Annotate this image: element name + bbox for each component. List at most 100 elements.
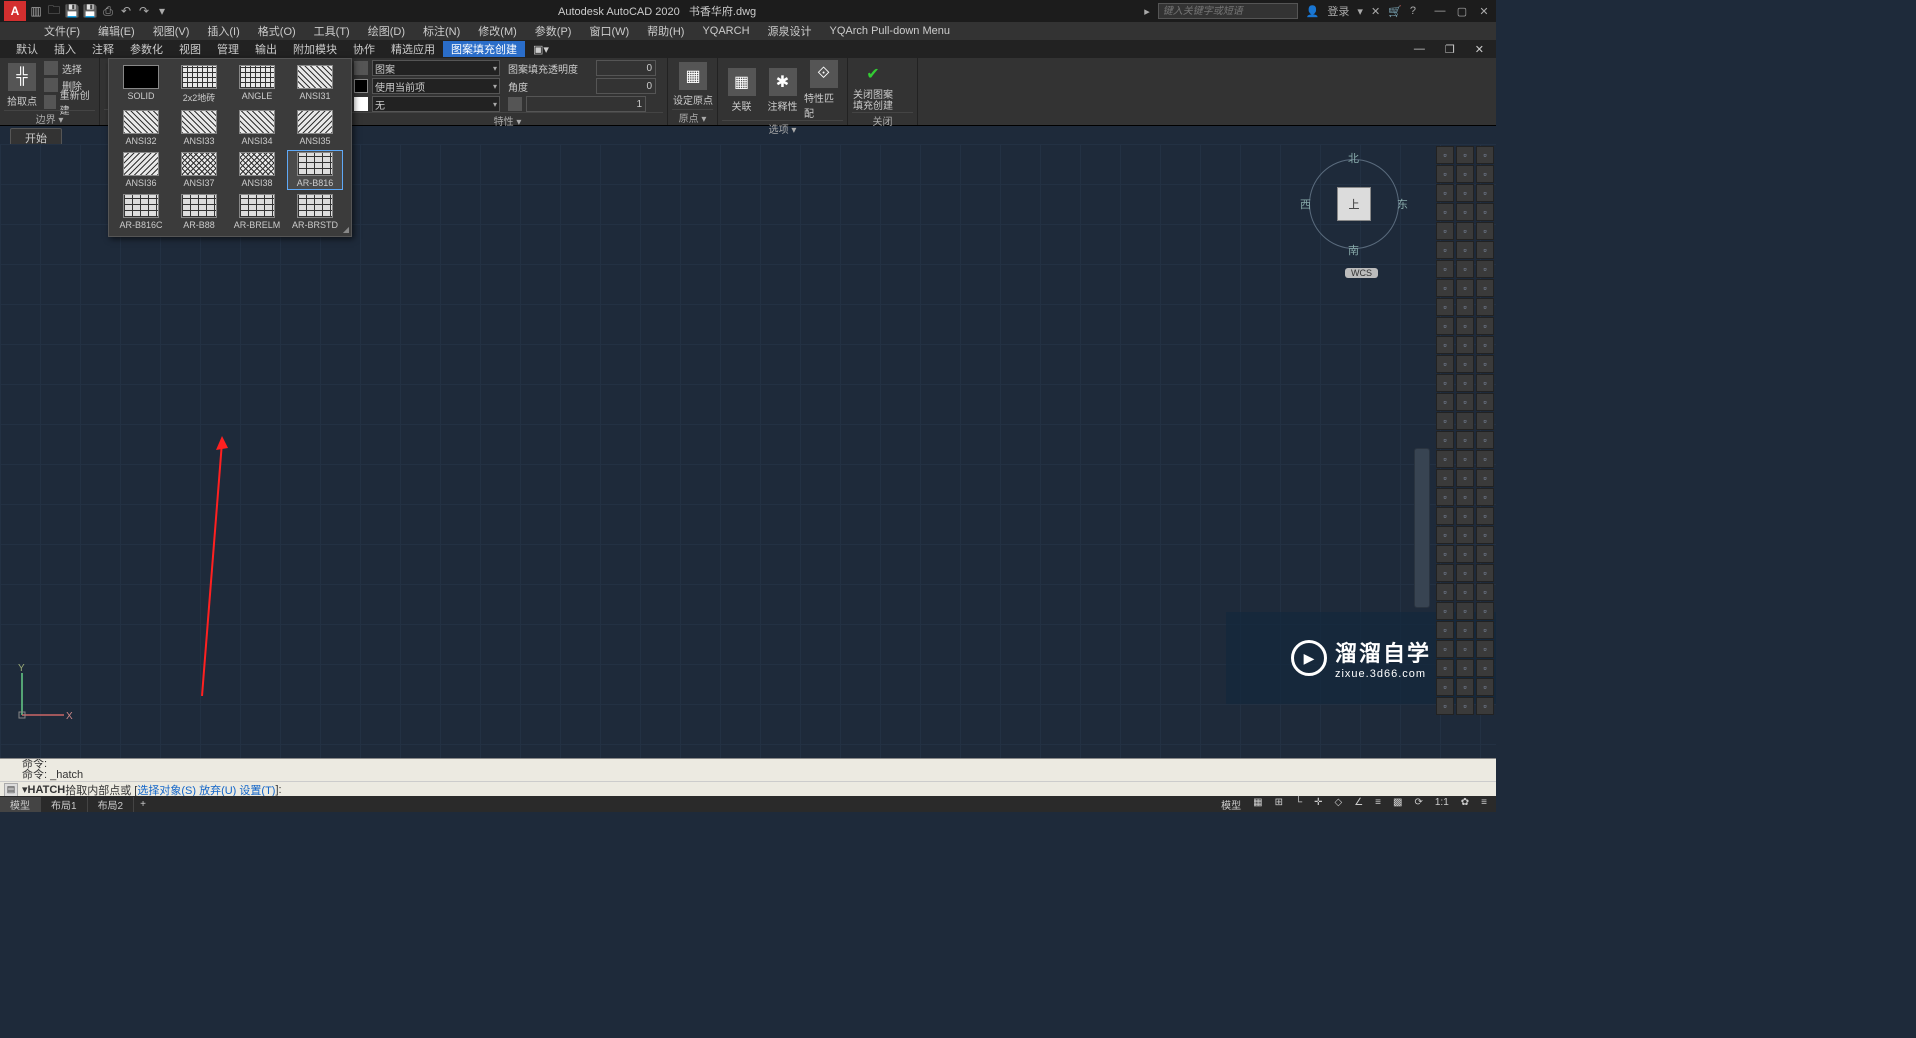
select-boundary-button[interactable]: 选择	[42, 60, 95, 76]
palette-tool-button[interactable]: ▫	[1476, 488, 1494, 506]
hatch-pattern-ar-b816[interactable]: AR-B816	[287, 150, 343, 190]
palette-tool-button[interactable]: ▫	[1476, 659, 1494, 677]
palette-tool-button[interactable]: ▫	[1456, 488, 1474, 506]
hatch-pattern-ansi35[interactable]: ANSI35	[287, 108, 343, 148]
minimize-button[interactable]: —	[1432, 5, 1448, 18]
qat-save-icon[interactable]: 💾	[64, 3, 80, 19]
palette-tool-button[interactable]: ▫	[1436, 621, 1454, 639]
scale-input[interactable]	[526, 96, 646, 112]
hatch-color-dropdown[interactable]: 使用当前项	[372, 78, 500, 94]
cart-icon[interactable]: 🛒	[1388, 5, 1402, 18]
hatch-pattern-ansi31[interactable]: ANSI31	[287, 63, 343, 106]
wcs-badge[interactable]: WCS	[1345, 268, 1378, 278]
viewcube-south[interactable]: 南	[1348, 242, 1359, 258]
resize-grip-icon[interactable]: ◢	[343, 225, 349, 234]
palette-tool-button[interactable]: ▫	[1436, 526, 1454, 544]
status-cycling-icon[interactable]: ⟳	[1411, 797, 1425, 812]
palette-tool-button[interactable]: ▫	[1436, 507, 1454, 525]
qat-saveas-icon[interactable]: 💾	[82, 3, 98, 19]
palette-tool-button[interactable]: ▫	[1476, 165, 1494, 183]
palette-tool-button[interactable]: ▫	[1436, 241, 1454, 259]
palette-tool-button[interactable]: ▫	[1476, 298, 1494, 316]
palette-tool-button[interactable]: ▫	[1456, 469, 1474, 487]
palette-tool-button[interactable]: ▫	[1456, 298, 1474, 316]
login-label[interactable]: 登录	[1327, 3, 1349, 19]
palette-tool-button[interactable]: ▫	[1476, 621, 1494, 639]
palette-tool-button[interactable]: ▫	[1456, 355, 1474, 373]
palette-tool-button[interactable]: ▫	[1456, 602, 1474, 620]
view-cube[interactable]: 上 北 南 东 西	[1304, 154, 1404, 254]
menu-tools[interactable]: 工具(T)	[310, 23, 354, 39]
add-layout-button[interactable]: +	[134, 799, 152, 810]
hatch-pattern-ansi37[interactable]: ANSI37	[171, 150, 227, 190]
viewcube-east[interactable]: 东	[1397, 196, 1408, 212]
palette-tool-button[interactable]: ▫	[1436, 355, 1454, 373]
palette-tool-button[interactable]: ▫	[1476, 222, 1494, 240]
menu-modify[interactable]: 修改(M)	[474, 23, 521, 39]
boundary-panel-title[interactable]: 边界 ▾	[4, 110, 95, 124]
ribbon-tab-hatch-creation[interactable]: 图案填充创建	[443, 41, 525, 57]
hatch-pattern-solid[interactable]: SOLID	[113, 63, 169, 106]
status-ortho-icon[interactable]: └	[1292, 797, 1305, 812]
status-model-button[interactable]: 模型	[1218, 797, 1244, 812]
menu-window[interactable]: 窗口(W)	[585, 23, 633, 39]
transparency-input[interactable]	[596, 60, 656, 76]
ribbon-tab-view[interactable]: 视图	[171, 41, 209, 57]
palette-tool-button[interactable]: ▫	[1456, 526, 1474, 544]
status-customize-icon[interactable]: ≡	[1478, 797, 1490, 812]
hatch-type-dropdown[interactable]: 图案	[372, 60, 500, 76]
status-transparency-icon[interactable]: ▩	[1390, 797, 1405, 812]
palette-tool-button[interactable]: ▫	[1436, 146, 1454, 164]
palette-tool-button[interactable]: ▫	[1456, 621, 1474, 639]
hatch-pattern-ar-brelm[interactable]: AR-BRELM	[229, 192, 285, 232]
command-prompt-icon[interactable]: ▤	[4, 783, 18, 797]
palette-tool-button[interactable]: ▫	[1436, 298, 1454, 316]
annotative-button[interactable]: ✱注释性	[763, 60, 802, 120]
palette-tool-button[interactable]: ▫	[1476, 203, 1494, 221]
palette-tool-button[interactable]: ▫	[1456, 545, 1474, 563]
palette-tool-button[interactable]: ▫	[1456, 279, 1474, 297]
qat-open-icon[interactable]: 🗀	[46, 3, 62, 19]
doc-restore-button[interactable]: ❐	[1437, 43, 1463, 56]
ribbon-tab-addins[interactable]: 附加模块	[285, 41, 345, 57]
menu-help[interactable]: 帮助(H)	[643, 23, 688, 39]
palette-tool-button[interactable]: ▫	[1476, 564, 1494, 582]
menu-draw[interactable]: 绘图(D)	[364, 23, 409, 39]
layout1-tab[interactable]: 布局1	[41, 797, 88, 812]
ribbon-tab-manage[interactable]: 管理	[209, 41, 247, 57]
palette-tool-button[interactable]: ▫	[1456, 184, 1474, 202]
palette-tool-button[interactable]: ▫	[1436, 203, 1454, 221]
palette-tool-button[interactable]: ▫	[1436, 488, 1454, 506]
palette-tool-button[interactable]: ▫	[1476, 260, 1494, 278]
associative-button[interactable]: ▦关联	[722, 60, 761, 120]
palette-tool-button[interactable]: ▫	[1436, 336, 1454, 354]
palette-tool-button[interactable]: ▫	[1476, 602, 1494, 620]
palette-tool-button[interactable]: ▫	[1476, 640, 1494, 658]
palette-tool-button[interactable]: ▫	[1456, 146, 1474, 164]
palette-tool-button[interactable]: ▫	[1456, 678, 1474, 696]
exchange-icon[interactable]: ✕	[1371, 5, 1380, 18]
match-props-button[interactable]: ⟐特性匹配	[804, 60, 843, 120]
status-osnap-icon[interactable]: ◇	[1332, 797, 1346, 812]
menu-dimension[interactable]: 标注(N)	[419, 23, 464, 39]
properties-panel-title[interactable]: 特性 ▾	[352, 112, 663, 126]
palette-tool-button[interactable]: ▫	[1476, 450, 1494, 468]
menu-parametric[interactable]: 参数(P)	[531, 23, 576, 39]
hatch-pattern-ar-brstd[interactable]: AR-BRSTD	[287, 192, 343, 232]
palette-tool-button[interactable]: ▫	[1436, 450, 1454, 468]
palette-tool-button[interactable]: ▫	[1436, 659, 1454, 677]
palette-tool-button[interactable]: ▫	[1436, 165, 1454, 183]
palette-tool-button[interactable]: ▫	[1436, 469, 1454, 487]
palette-tool-button[interactable]: ▫	[1456, 317, 1474, 335]
maximize-button[interactable]: ▢	[1454, 5, 1470, 18]
palette-tool-button[interactable]: ▫	[1456, 640, 1474, 658]
ribbon-tab-insert[interactable]: 插入	[46, 41, 84, 57]
menu-format[interactable]: 格式(O)	[254, 23, 300, 39]
palette-tool-button[interactable]: ▫	[1436, 374, 1454, 392]
palette-tool-button[interactable]: ▫	[1476, 336, 1494, 354]
menu-yuanquan[interactable]: 源泉设计	[764, 23, 816, 39]
palette-tool-button[interactable]: ▫	[1476, 526, 1494, 544]
palette-tool-button[interactable]: ▫	[1476, 678, 1494, 696]
login-dropdown-icon[interactable]: ▾	[1357, 5, 1363, 18]
hatch-pattern-ar-b816c[interactable]: AR-B816C	[113, 192, 169, 232]
